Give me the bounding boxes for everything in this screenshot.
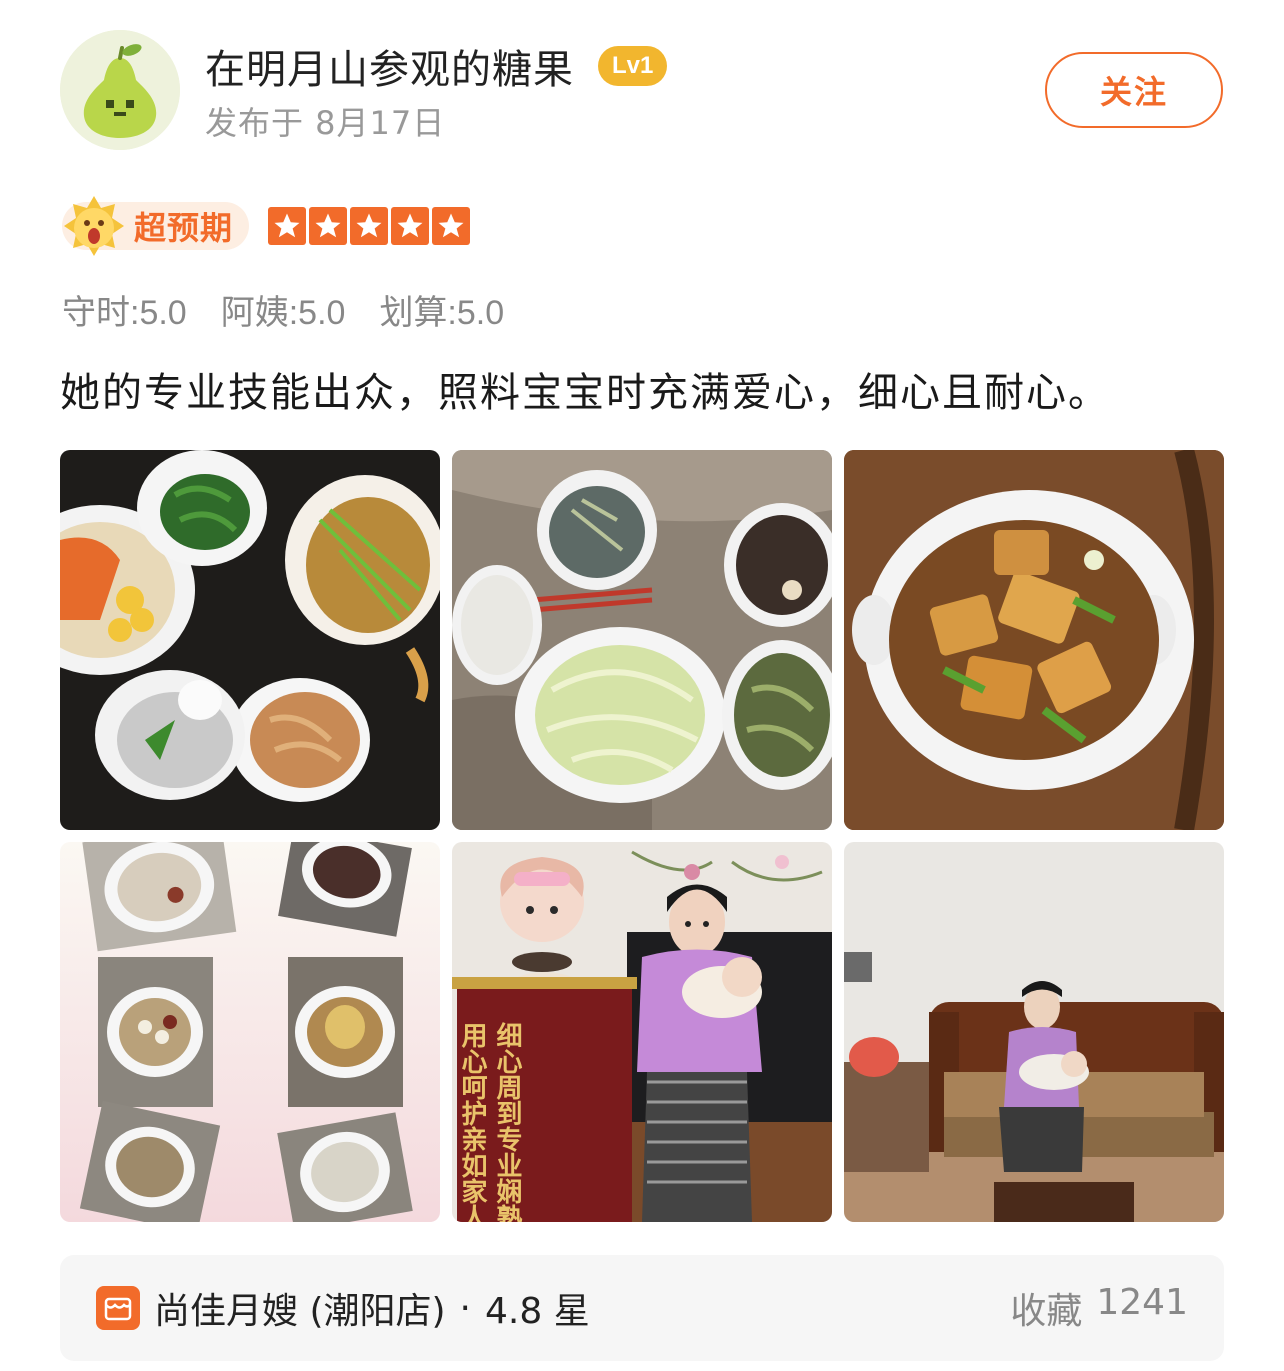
photo-dishes-rice[interactable] bbox=[452, 450, 832, 830]
score-nanny: 阿姨:5.0 bbox=[220, 294, 346, 332]
favorites-label: 收藏 bbox=[1010, 1291, 1083, 1332]
photo-dishes-fish[interactable] bbox=[60, 450, 440, 830]
banner-left-column: 用心呵护亲如家人 bbox=[457, 1022, 487, 1222]
photo-tofu-stew[interactable] bbox=[844, 450, 1224, 830]
follow-button[interactable]: 关注 bbox=[1045, 52, 1223, 128]
star-icon bbox=[268, 207, 306, 245]
surprised-face-icon bbox=[64, 196, 124, 256]
score-value: 划算:5.0 bbox=[379, 294, 505, 332]
favorites-count: 1241 bbox=[1096, 1282, 1188, 1323]
photo-banner-portrait[interactable]: 细心周到专业娴熟 用心呵护亲如家人 bbox=[452, 842, 832, 1222]
shop-name: 尚佳月嫂 (潮阳店) bbox=[154, 1291, 446, 1332]
review-text: 她的专业技能出众，照料宝宝时充满爱心，细心且耐心。 bbox=[60, 370, 1110, 416]
shop-rating: 4.8 星 bbox=[485, 1291, 590, 1332]
star-icon bbox=[350, 207, 388, 245]
star-icon bbox=[309, 207, 347, 245]
avatar[interactable] bbox=[60, 30, 180, 150]
exceed-expectation-badge: 超预期 bbox=[62, 196, 250, 256]
star-rating bbox=[268, 207, 470, 245]
separator-dot: · bbox=[459, 1287, 471, 1329]
level-badge: Lv1 bbox=[598, 46, 668, 86]
store-icon bbox=[96, 1286, 140, 1330]
username[interactable]: 在明月山参观的糖果 bbox=[205, 37, 574, 95]
pear-avatar-icon bbox=[60, 30, 180, 150]
score-punctuality: 守时:5.0 bbox=[62, 294, 187, 332]
shop-card[interactable]: 尚佳月嫂 (潮阳店) · 4.8 星 收藏 1241 bbox=[60, 1255, 1224, 1361]
photo-sofa-baby[interactable] bbox=[844, 842, 1224, 1222]
photo-soups-collage[interactable] bbox=[60, 842, 440, 1222]
banner-right-column: 细心周到专业娴熟 bbox=[492, 1021, 522, 1222]
star-icon bbox=[391, 207, 429, 245]
username-row: 在明月山参观的糖果 Lv1 bbox=[205, 37, 668, 95]
sub-scores: 守时:5.0 阿姨:5.0 划算:5.0 bbox=[62, 285, 504, 334]
publish-date: 发布于 8月17日 bbox=[205, 104, 446, 142]
star-icon bbox=[432, 207, 470, 245]
favorites: 收藏 1241 bbox=[1010, 1282, 1188, 1334]
